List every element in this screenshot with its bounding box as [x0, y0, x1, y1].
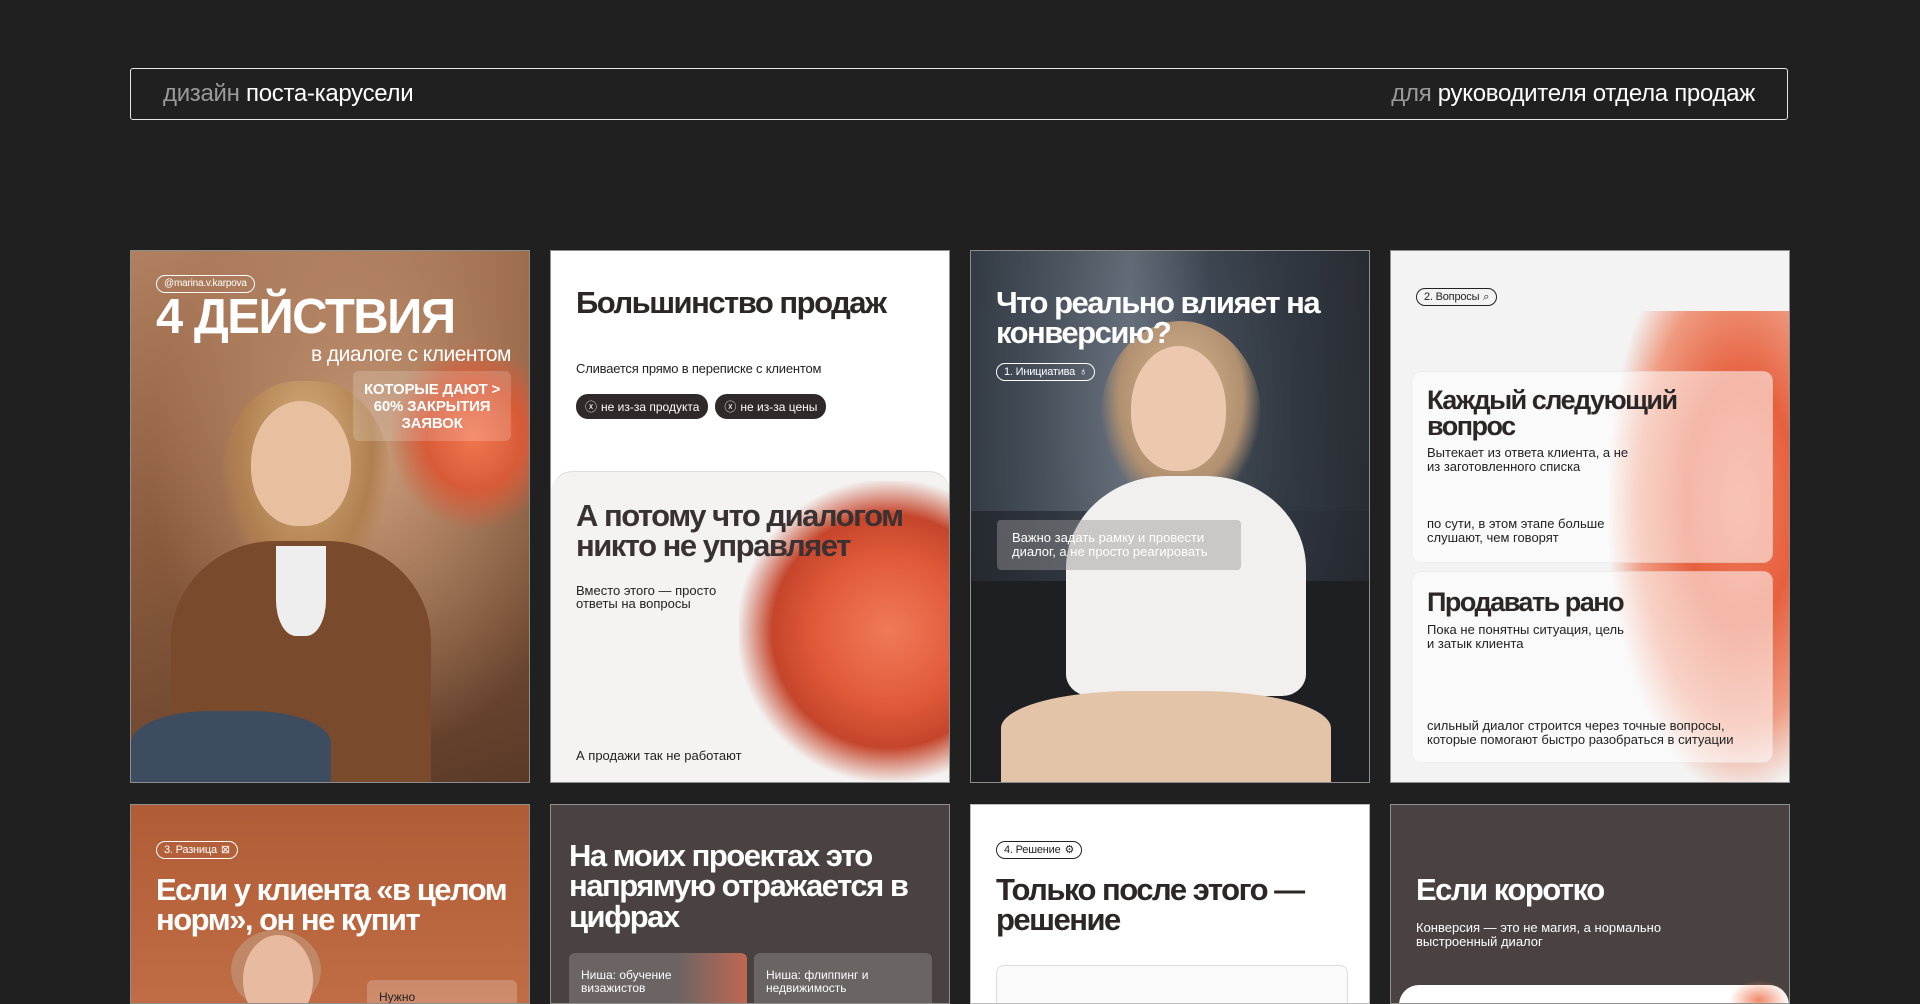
portrait-legs [1001, 691, 1331, 782]
carousel-slide-1[interactable]: @marina.v.karpova 4 ДЕЙСТВИЯ в диалоге с… [130, 250, 530, 783]
carousel-slide-7[interactable]: 4. Решение ⚙ Только после этого — решение [970, 804, 1370, 1004]
slide-title: Большинство продаж [576, 285, 887, 320]
carousel-slide-2[interactable]: Большинство продаж Сливается прямо в пер… [550, 250, 950, 783]
header-left: дизайн поста-карусели [163, 80, 414, 107]
slide-footer: А продажи так не работают [576, 748, 742, 763]
panel-title: Продавать рано [1427, 587, 1625, 617]
header-bar: дизайн поста-карусели для руководителя о… [130, 68, 1788, 120]
info-box: Нужно [367, 980, 517, 1003]
panel-text: Вытекает из ответа клиента, а не из заго… [1427, 445, 1629, 474]
slide-title: Что реально влияет на конверсию? [996, 285, 1321, 351]
settings-icon: ⚙ [1064, 844, 1075, 856]
chip: ⓧ не из-за продукта [576, 394, 709, 419]
case-card: Ниша: флиппинг и недвижимость [754, 953, 932, 1003]
slide-heading: А потому что диалогом никто не управляет [576, 498, 904, 564]
carousel-slide-5[interactable]: 3. Разница ⊠ Если у клиента «в целом норм… [130, 804, 530, 1004]
step-tag: 2. Вопросы ⌕ [1416, 288, 1498, 306]
close-circle-icon: ⓧ [585, 400, 598, 414]
panel-title: Каждый следующий вопрос [1427, 385, 1678, 442]
step-tag: 1. Инициатива ♁ [996, 363, 1096, 381]
step-tag: 3. Разница ⊠ [156, 841, 238, 859]
slide-title: 4 ДЕЙСТВИЯ [156, 290, 456, 344]
slide-title: Только после этого — решение [996, 872, 1305, 938]
panel-note: по сути, в этом этапе больше слушают, че… [1427, 516, 1605, 545]
slide-text: Сливается прямо в переписке с клиентом [576, 361, 822, 376]
search-icon: ⌕ [1483, 291, 1490, 303]
panel-text: Пока не понятны ситуация, цель и затык к… [1427, 622, 1624, 651]
slide-title: На моих проектах это напрямую отражается… [569, 838, 909, 934]
content-panel [996, 965, 1348, 1003]
step-tag: 4. Решение ⚙ [996, 841, 1083, 859]
carousel-slide-8[interactable]: Если коротко Конверсия — это не магия, а… [1390, 804, 1790, 1004]
carousel-slide-3[interactable]: Что реально влияет на конверсию? 1. Иниц… [970, 250, 1370, 783]
cross-icon: ⊠ [220, 844, 230, 856]
panel-note: сильный диалог строится через точные воп… [1427, 718, 1734, 747]
slide-subtitle: в диалоге с клиентом [310, 343, 512, 366]
highlight-box: КОТОРЫЕ ДАЮТ > 60% ЗАКРЫТИЯ ЗАЯВОК [353, 371, 511, 441]
lightbulb-icon: ♁ [1079, 366, 1088, 378]
slide-title: Если у клиента «в целом норм», он не куп… [156, 872, 508, 938]
chip: ⓧ не из-за цены [715, 394, 827, 419]
slide-text: Конверсия — это не магия, а нормально вы… [1416, 920, 1662, 949]
portrait-shirt [1066, 476, 1306, 696]
slide-title: Если коротко [1416, 872, 1605, 907]
close-circle-icon: ⓧ [724, 400, 737, 414]
flower-decoration [1729, 980, 1789, 1003]
info-box: Важно задать рамку и провести диалог, а … [997, 520, 1241, 570]
slide-text: Вместо этого — просто ответы на вопросы [576, 583, 717, 611]
case-card: Ниша: обучение визажистов [569, 953, 747, 1003]
carousel-slide-6[interactable]: На моих проектах это напрямую отражается… [550, 804, 950, 1004]
portrait-photo [1131, 346, 1226, 471]
chip-group: ⓧ не из-за продукта ⓧ не из-за цены [576, 394, 827, 419]
header-right: для руководителя отдела продаж [1391, 80, 1755, 107]
carousel-slide-4[interactable]: 2. Вопросы ⌕ Каждый следующий вопрос Выте… [1390, 250, 1790, 783]
